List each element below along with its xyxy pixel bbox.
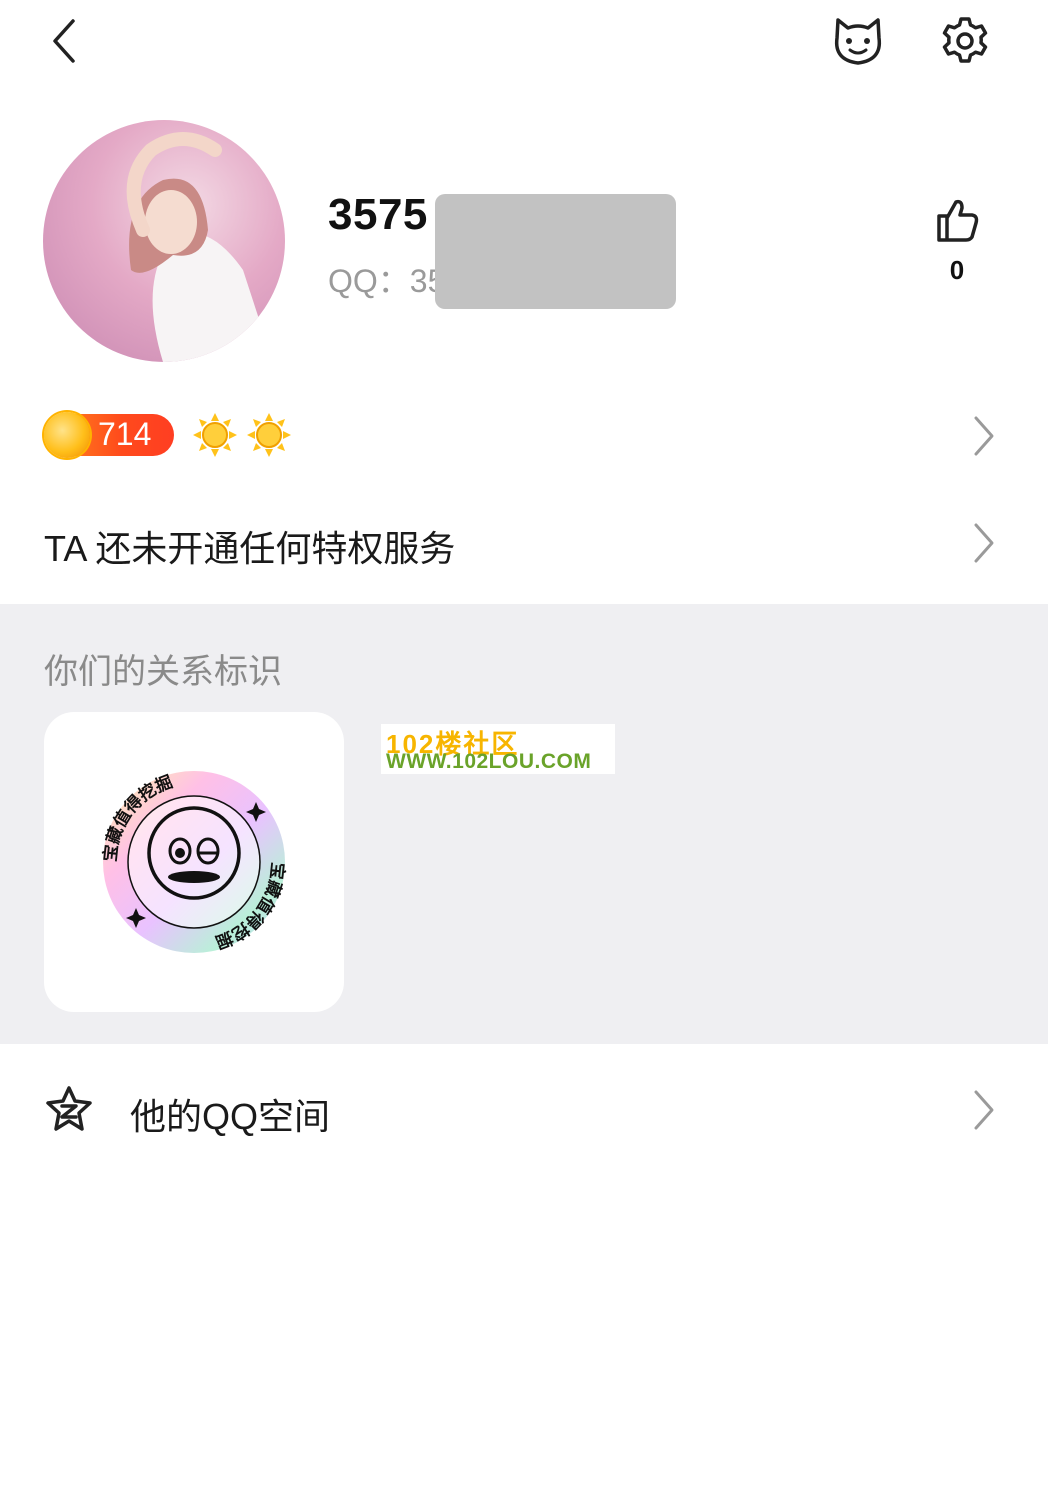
qzone-star-icon: [44, 1084, 94, 1139]
qq-label: QQ：: [328, 263, 410, 299]
relation-badge-card[interactable]: 宝藏值得挖掘 宝藏值得挖掘: [44, 712, 344, 1012]
avatar-photo: [126, 132, 273, 362]
sun-icon: [246, 412, 292, 463]
coin-icon: [44, 412, 90, 458]
sun-icon: [192, 412, 238, 463]
like-button[interactable]: [932, 196, 982, 246]
like-count: 0: [949, 255, 965, 285]
thumbs-up-icon: [937, 199, 979, 242]
privacy-mask: [435, 194, 676, 309]
username: 3575: [328, 190, 428, 239]
gear-icon: [942, 17, 988, 63]
chevron-right-icon: [974, 416, 994, 456]
qq-number: QQ：35: [328, 256, 445, 302]
avatar[interactable]: [43, 120, 285, 362]
settings-button[interactable]: [936, 12, 994, 70]
treasure-badge-icon: 宝藏值得挖掘 宝藏值得挖掘: [100, 771, 288, 953]
back-button[interactable]: [40, 14, 88, 68]
chevron-right-icon: [974, 1090, 994, 1130]
pet-button[interactable]: [828, 12, 888, 70]
pet-face-icon: [834, 18, 882, 65]
qzone-label: 他的QQ空间: [130, 1096, 331, 1137]
level-value: 714: [98, 416, 152, 452]
chevron-left-icon: [53, 19, 75, 63]
privilege-text: TA 还未开通任何特权服务: [44, 528, 456, 569]
chevron-right-icon: [974, 523, 994, 563]
relation-title: 你们的关系标识: [44, 653, 282, 691]
watermark-url: WWW.102LOU.COM: [386, 750, 592, 773]
